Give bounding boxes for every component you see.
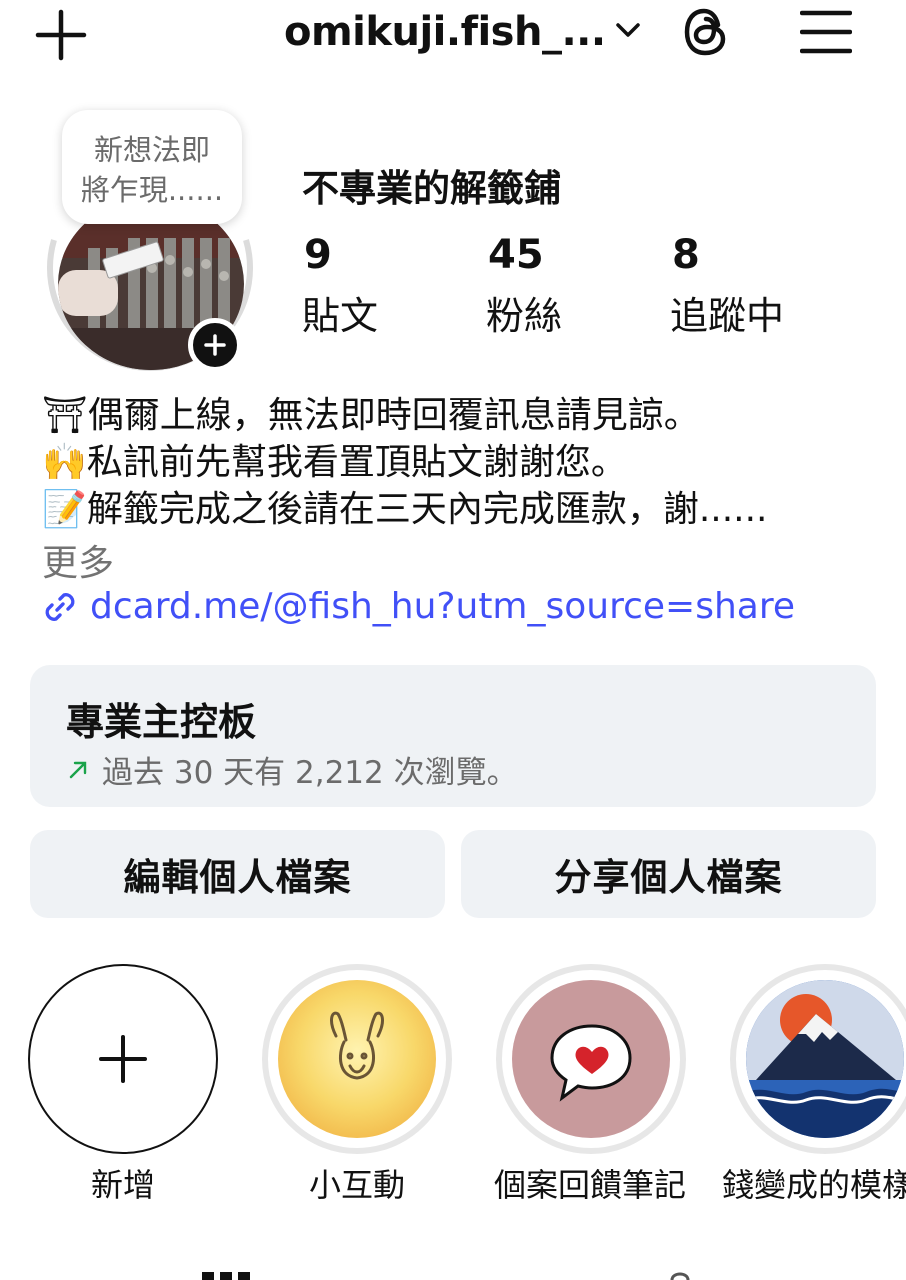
dashboard-subtitle: 過去 30 天有 2,212 次瀏覽。 xyxy=(66,747,518,792)
highlight-label: 新增 xyxy=(90,1166,155,1204)
professional-dashboard[interactable]: 專業主控板 過去 30 天有 2,212 次瀏覽。 xyxy=(30,665,876,807)
profile-link-text: dcard.me/@fish_hu?utm_source=share xyxy=(90,586,796,627)
highlight-item[interactable] xyxy=(496,964,686,1154)
hamburger-menu-icon[interactable] xyxy=(800,8,852,56)
trend-up-icon xyxy=(69,761,87,778)
edit-profile-button[interactable]: 編輯個人檔案 xyxy=(30,830,445,918)
highlight-new[interactable] xyxy=(28,964,218,1154)
posts-count[interactable]: 9 xyxy=(304,232,332,278)
note-text: 新想法即 xyxy=(93,133,210,167)
profile-display-name: 不專業的解籤鋪 xyxy=(302,167,561,210)
dashboard-stats-text: 過去 30 天有 2,212 次瀏覽。 xyxy=(102,755,518,791)
bio: ⛩偶爾上線，無法即時回覆訊息請見諒。 🙌私訊前先幫我看置頂貼文謝謝您。 📝解籤完… xyxy=(42,392,882,533)
highlight-item[interactable] xyxy=(262,964,452,1154)
highlight-label: 小互動 xyxy=(308,1166,405,1204)
bio-more-link[interactable]: 更多 xyxy=(42,534,114,586)
chevron-down-icon[interactable] xyxy=(614,16,642,44)
username-title[interactable]: omikuji.fish_... xyxy=(284,6,606,58)
highlight-cover xyxy=(512,980,670,1138)
bio-line: 📝解籤完成之後請在三天內完成匯款，謝...... xyxy=(42,489,768,530)
highlight-cover xyxy=(746,980,904,1138)
following-count[interactable]: 8 xyxy=(672,232,700,278)
note-text: 將乍現...... xyxy=(80,173,224,207)
followers-label[interactable]: 粉絲 xyxy=(486,285,562,340)
following-label[interactable]: 追蹤中 xyxy=(670,285,784,340)
bio-line: 🙌私訊前先幫我看置頂貼文謝謝您。 xyxy=(42,442,627,483)
posts-label[interactable]: 貼文 xyxy=(302,285,378,340)
highlight-item[interactable] xyxy=(730,964,906,1154)
share-profile-button[interactable]: 分享個人檔案 xyxy=(461,830,876,918)
followers-count[interactable]: 45 xyxy=(488,232,544,278)
profile-link[interactable]: dcard.me/@fish_hu?utm_source=share xyxy=(40,586,795,627)
add-story-button[interactable] xyxy=(188,318,242,372)
plus-icon xyxy=(204,334,226,356)
tagged-tab-icon[interactable] xyxy=(668,1270,692,1280)
note-bubble[interactable]: 新想法即 將乍現...... xyxy=(62,110,242,224)
highlight-cover xyxy=(278,980,436,1138)
plus-icon[interactable] xyxy=(34,8,88,62)
plus-icon xyxy=(99,1035,147,1083)
highlight-label: 錢變成的模樣 xyxy=(722,1166,906,1204)
dashboard-title: 專業主控板 xyxy=(66,700,257,744)
threads-icon[interactable] xyxy=(680,5,730,59)
highlight-label: 個案回饋筆記 xyxy=(493,1166,686,1204)
link-icon xyxy=(45,592,75,621)
grid-tab-icon[interactable] xyxy=(202,1270,250,1280)
bio-line: ⛩偶爾上線，無法即時回覆訊息請見諒。 xyxy=(42,395,700,436)
